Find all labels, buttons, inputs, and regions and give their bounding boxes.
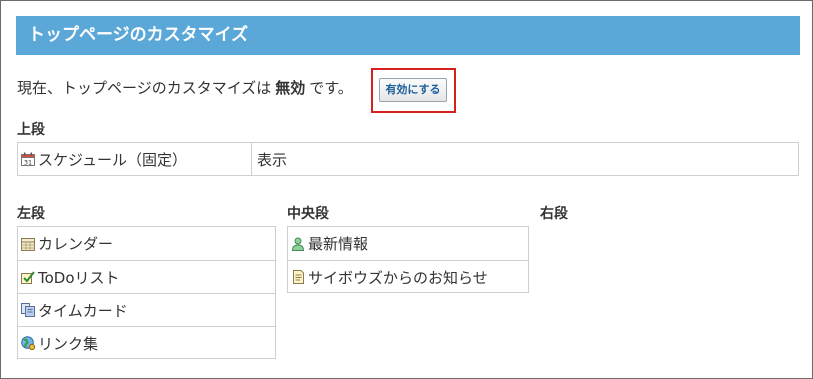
list-item-label: タイムカード (38, 301, 128, 320)
list-item[interactable]: 最新情報 (288, 227, 528, 260)
status-prefix: 現在、トップページのカスタマイズは (17, 79, 272, 97)
top-section-table: 31 スケジュール（固定） 表示 (17, 142, 799, 176)
customize-status-text: 現在、トップページのカスタマイズは 無効 です。 (17, 78, 353, 98)
top-section-heading: 上段 (17, 122, 45, 138)
globe-link-icon (21, 336, 36, 351)
display-status: 表示 (257, 150, 288, 169)
list-item[interactable]: タイムカード (18, 293, 275, 326)
list-item[interactable]: リンク集 (18, 326, 275, 359)
left-section-heading: 左段 (17, 206, 45, 222)
status-state: 無効 (275, 79, 306, 97)
left-section-table: カレンダー ToDoリスト タイムカード リンク集 (17, 226, 276, 359)
person-icon (291, 237, 305, 251)
calendar-icon: 31 (21, 152, 35, 166)
list-item[interactable]: ToDoリスト (18, 260, 275, 293)
notice-document-icon (291, 270, 305, 284)
list-item[interactable]: サイボウズからのお知らせ (288, 260, 528, 293)
timecard-icon (21, 303, 35, 317)
list-item-content: タイムカード (21, 294, 128, 326)
portlet-display-cell: 表示 (257, 143, 557, 175)
page-title: トップページのカスタマイズ (16, 16, 800, 55)
list-item-content: カレンダー (21, 227, 113, 260)
list-item-label: サイボウズからのお知らせ (308, 268, 488, 287)
portlet-name[interactable]: スケジュール（固定） (38, 149, 187, 170)
list-item-label: ToDoリスト (38, 268, 120, 287)
center-section-heading: 中央段 (287, 206, 329, 222)
table-row: 31 スケジュール（固定） 表示 (18, 143, 798, 175)
list-item-content: リンク集 (21, 327, 98, 359)
calendar-grid-icon (21, 237, 35, 251)
list-item[interactable]: カレンダー (18, 227, 275, 260)
list-item-label: 最新情報 (308, 235, 369, 253)
svg-text:31: 31 (24, 158, 32, 166)
cell-divider (251, 143, 252, 175)
todo-check-icon (21, 270, 35, 284)
list-item-label: カレンダー (38, 235, 114, 253)
list-item-content: ToDoリスト (21, 261, 120, 293)
portlet-name-cell: 31 スケジュール（固定） (21, 143, 252, 175)
right-section-heading: 右段 (540, 206, 568, 222)
list-item-label: リンク集 (38, 334, 99, 353)
status-suffix: です。 (309, 79, 353, 97)
list-item-content: サイボウズからのお知らせ (291, 261, 488, 293)
center-section-table: 最新情報 サイボウズからのお知らせ (287, 226, 529, 293)
customize-panel: トップページのカスタマイズ 現在、トップページのカスタマイズは 無効 です。 有効に… (0, 0, 813, 379)
list-item-content: 最新情報 (291, 227, 368, 260)
enable-button[interactable]: 有効にする (379, 78, 447, 102)
